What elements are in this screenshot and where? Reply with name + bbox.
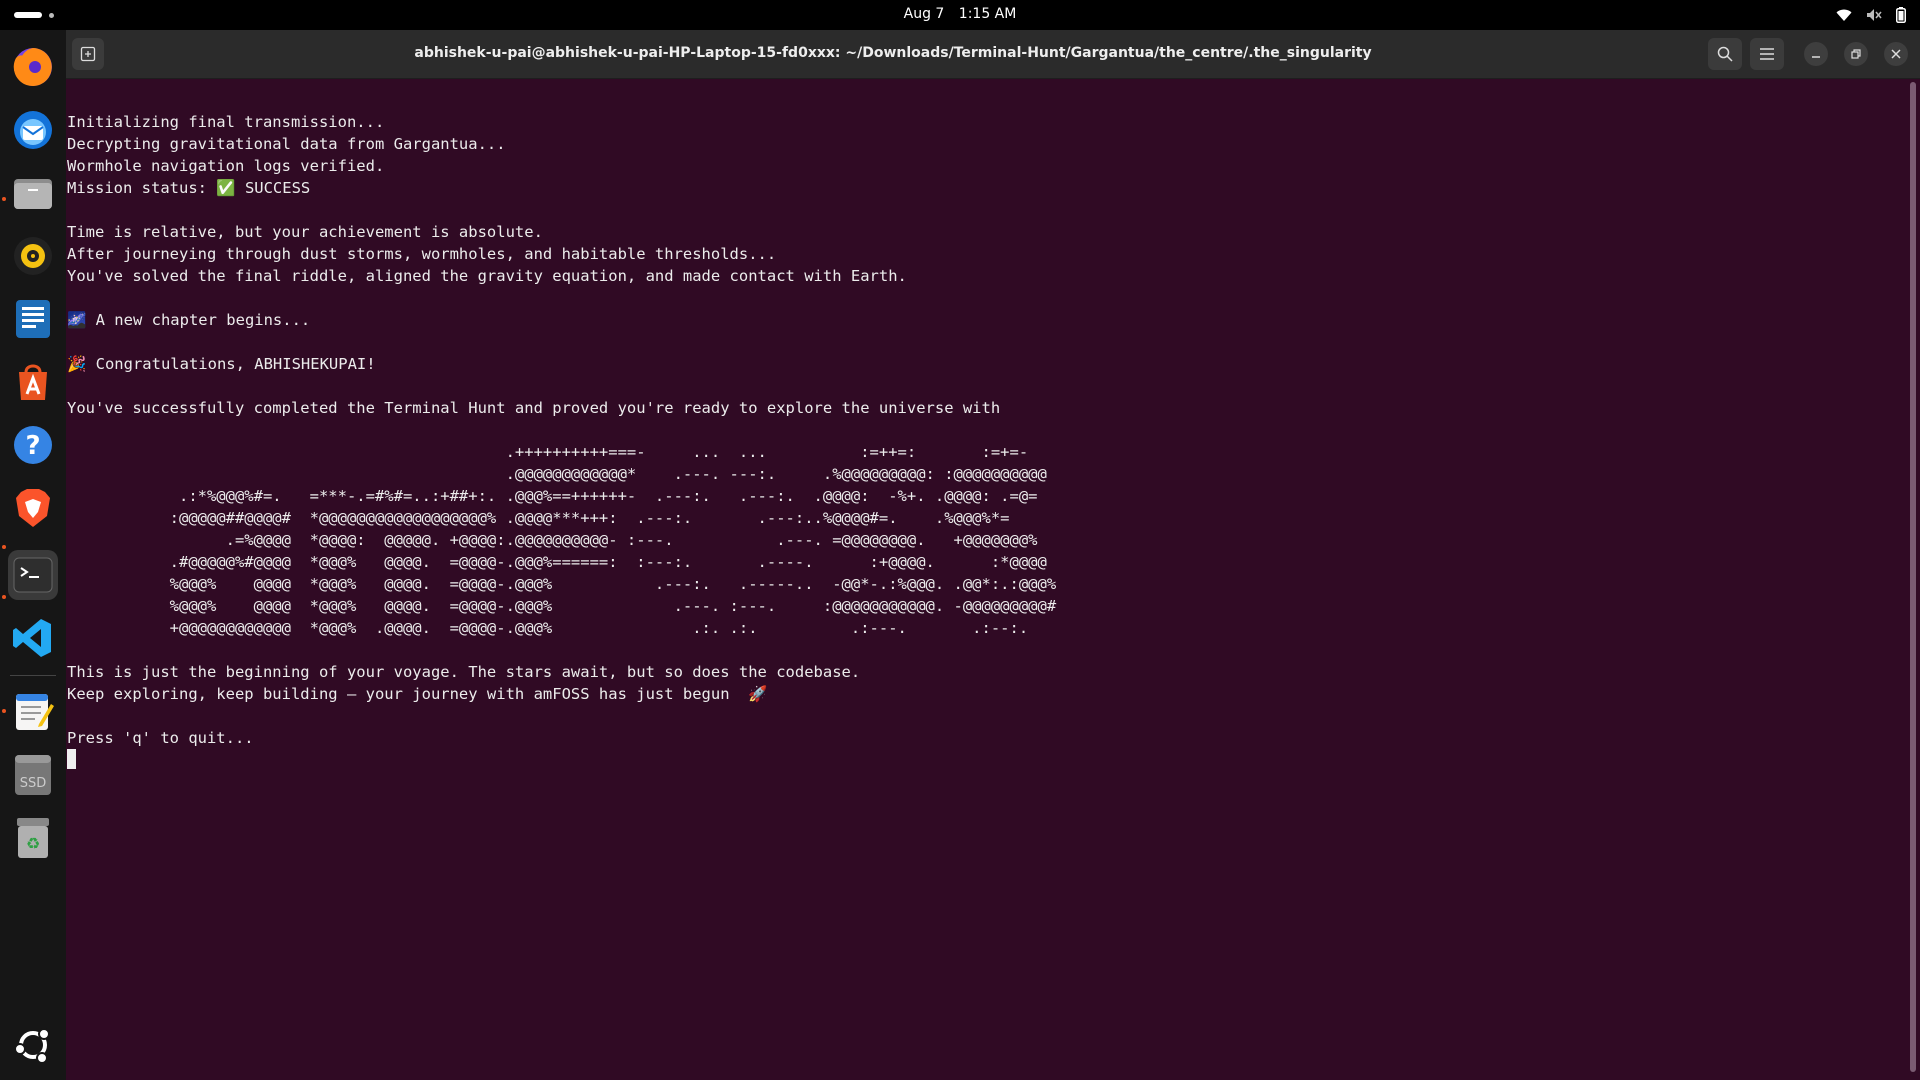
search-button[interactable]	[1708, 38, 1742, 70]
trash-icon: ♻	[17, 818, 49, 858]
dock-item-firefox[interactable]	[8, 42, 58, 92]
terminal-line: Mission status: ✅ SUCCESS	[67, 179, 311, 197]
terminal-line: .=%@@@@ *@@@@: @@@@@. +@@@@:.@@@@@@@@@@-…	[67, 531, 1038, 549]
scrollbar[interactable]	[1910, 82, 1916, 1072]
terminal-line: .#@@@@@%#@@@@ *@@@% @@@@. =@@@@-.@@@%===…	[67, 553, 1047, 571]
time-label: 1:15 AM	[958, 6, 1017, 22]
terminal-line: 🎉 Congratulations, ABHISHEKUPAI!	[67, 355, 376, 373]
ssd-label: SSD	[20, 776, 47, 791]
terminal-line: .++++++++++===- ... ... :=++=: :=+=-	[67, 443, 1029, 461]
top-bar: Aug 7 1:15 AM	[0, 0, 1920, 30]
terminal-line: You've solved the final riddle, aligned …	[67, 267, 907, 285]
dock-item-vscode[interactable]	[8, 613, 58, 663]
dock-item-trash[interactable]: ♻	[8, 813, 58, 863]
window-title: abhishek-u-pai@abhishek-u-pai-HP-Laptop-…	[414, 45, 1372, 61]
dock-item-text-editor[interactable]	[8, 687, 58, 737]
terminal-icon	[13, 557, 53, 593]
dock-separator	[10, 675, 56, 676]
terminal-line: .@@@@@@@@@@@@* .---. ---:. .%@@@@@@@@@: …	[67, 465, 1047, 483]
dock-item-app-center[interactable]	[8, 357, 58, 407]
terminal-line: Decrypting gravitational data from Garga…	[67, 135, 506, 153]
rhythmbox-icon	[14, 237, 52, 275]
show-apps-icon	[14, 1028, 50, 1064]
terminal-line: Keep exploring, keep building — your jou…	[67, 685, 768, 703]
running-indicator	[2, 595, 6, 599]
svg-text:?: ?	[25, 431, 40, 461]
search-icon	[1717, 46, 1733, 62]
text-editor-icon	[16, 694, 54, 730]
minimize-button[interactable]	[1804, 42, 1828, 66]
svg-text:♻: ♻	[26, 834, 40, 853]
dock: ? SSD ♻	[0, 30, 66, 1080]
ssd-drive-icon: SSD	[15, 755, 51, 795]
system-tray[interactable]	[1836, 6, 1906, 24]
new-tab-icon	[80, 46, 96, 62]
menu-button[interactable]	[1750, 38, 1784, 70]
terminal-line: .:*%@@@%#=. =***-.=#%#=..:+##+:. .@@@%==…	[67, 487, 1038, 505]
dock-item-help[interactable]: ?	[8, 420, 58, 470]
clock[interactable]: Aug 7 1:15 AM	[0, 6, 1920, 22]
files-icon	[14, 179, 52, 209]
terminal-line: Press 'q' to quit...	[67, 729, 254, 747]
terminal-line: This is just the beginning of your voyag…	[67, 663, 861, 681]
dock-item-show-apps[interactable]	[8, 1020, 58, 1070]
terminal-line: +@@@@@@@@@@@@ *@@@% .@@@@. =@@@@-.@@@% .…	[67, 619, 1029, 637]
running-indicator	[2, 545, 6, 549]
terminal-line: %@@@% @@@@ *@@@% @@@@. =@@@@-.@@@% .---.…	[67, 597, 1057, 615]
running-indicator	[2, 709, 6, 713]
terminal-line: :@@@@@##@@@@# *@@@@@@@@@@@@@@@@@@% .@@@@…	[67, 509, 1010, 527]
dock-item-files[interactable]	[8, 168, 58, 218]
header-bar[interactable]: abhishek-u-pai@abhishek-u-pai-HP-Laptop-…	[66, 30, 1920, 79]
restore-button[interactable]	[1844, 42, 1868, 66]
terminal-line: You've successfully completed the Termin…	[67, 399, 1001, 417]
terminal-line: After journeying through dust storms, wo…	[67, 245, 777, 263]
close-icon	[1891, 49, 1901, 59]
date-label: Aug 7	[903, 6, 945, 22]
dock-item-writer[interactable]	[8, 294, 58, 344]
terminal-cursor	[67, 749, 76, 769]
terminal-line: %@@@% @@@@ *@@@% @@@@. =@@@@-.@@@% .---:…	[67, 575, 1057, 593]
terminal-line: 🌌 A new chapter begins...	[67, 311, 311, 329]
running-indicator	[2, 197, 6, 201]
terminal-line: Wormhole navigation logs verified.	[67, 157, 385, 175]
terminal-line: Time is relative, but your achievement i…	[67, 223, 543, 241]
dock-item-ssd[interactable]: SSD	[8, 750, 58, 800]
dock-item-terminal[interactable]	[8, 550, 58, 600]
wifi-icon	[1836, 8, 1852, 22]
minimize-icon	[1812, 56, 1820, 58]
volume-muted-icon	[1866, 8, 1882, 22]
terminal-output-area[interactable]: Initializing final transmission... Decry…	[66, 79, 1906, 1079]
firefox-icon	[13, 48, 52, 86]
new-tab-button[interactable]	[72, 38, 104, 70]
dock-item-brave[interactable]	[8, 483, 58, 533]
hamburger-menu-icon	[1760, 48, 1774, 60]
app-center-icon	[19, 364, 47, 400]
brave-icon	[16, 489, 50, 527]
dock-item-rhythmbox[interactable]	[8, 231, 58, 281]
help-icon: ?	[14, 426, 52, 464]
terminal-window: abhishek-u-pai@abhishek-u-pai-HP-Laptop-…	[66, 30, 1920, 1080]
dock-item-thunderbird[interactable]	[8, 105, 58, 155]
writer-icon	[16, 300, 50, 338]
terminal-output: Initializing final transmission... Decry…	[67, 111, 1056, 749]
terminal-line: Initializing final transmission...	[67, 113, 385, 131]
battery-icon	[1896, 7, 1906, 23]
restore-icon	[1851, 49, 1861, 59]
close-button[interactable]	[1884, 42, 1908, 66]
vscode-icon	[13, 619, 51, 657]
thunderbird-icon	[14, 111, 52, 149]
